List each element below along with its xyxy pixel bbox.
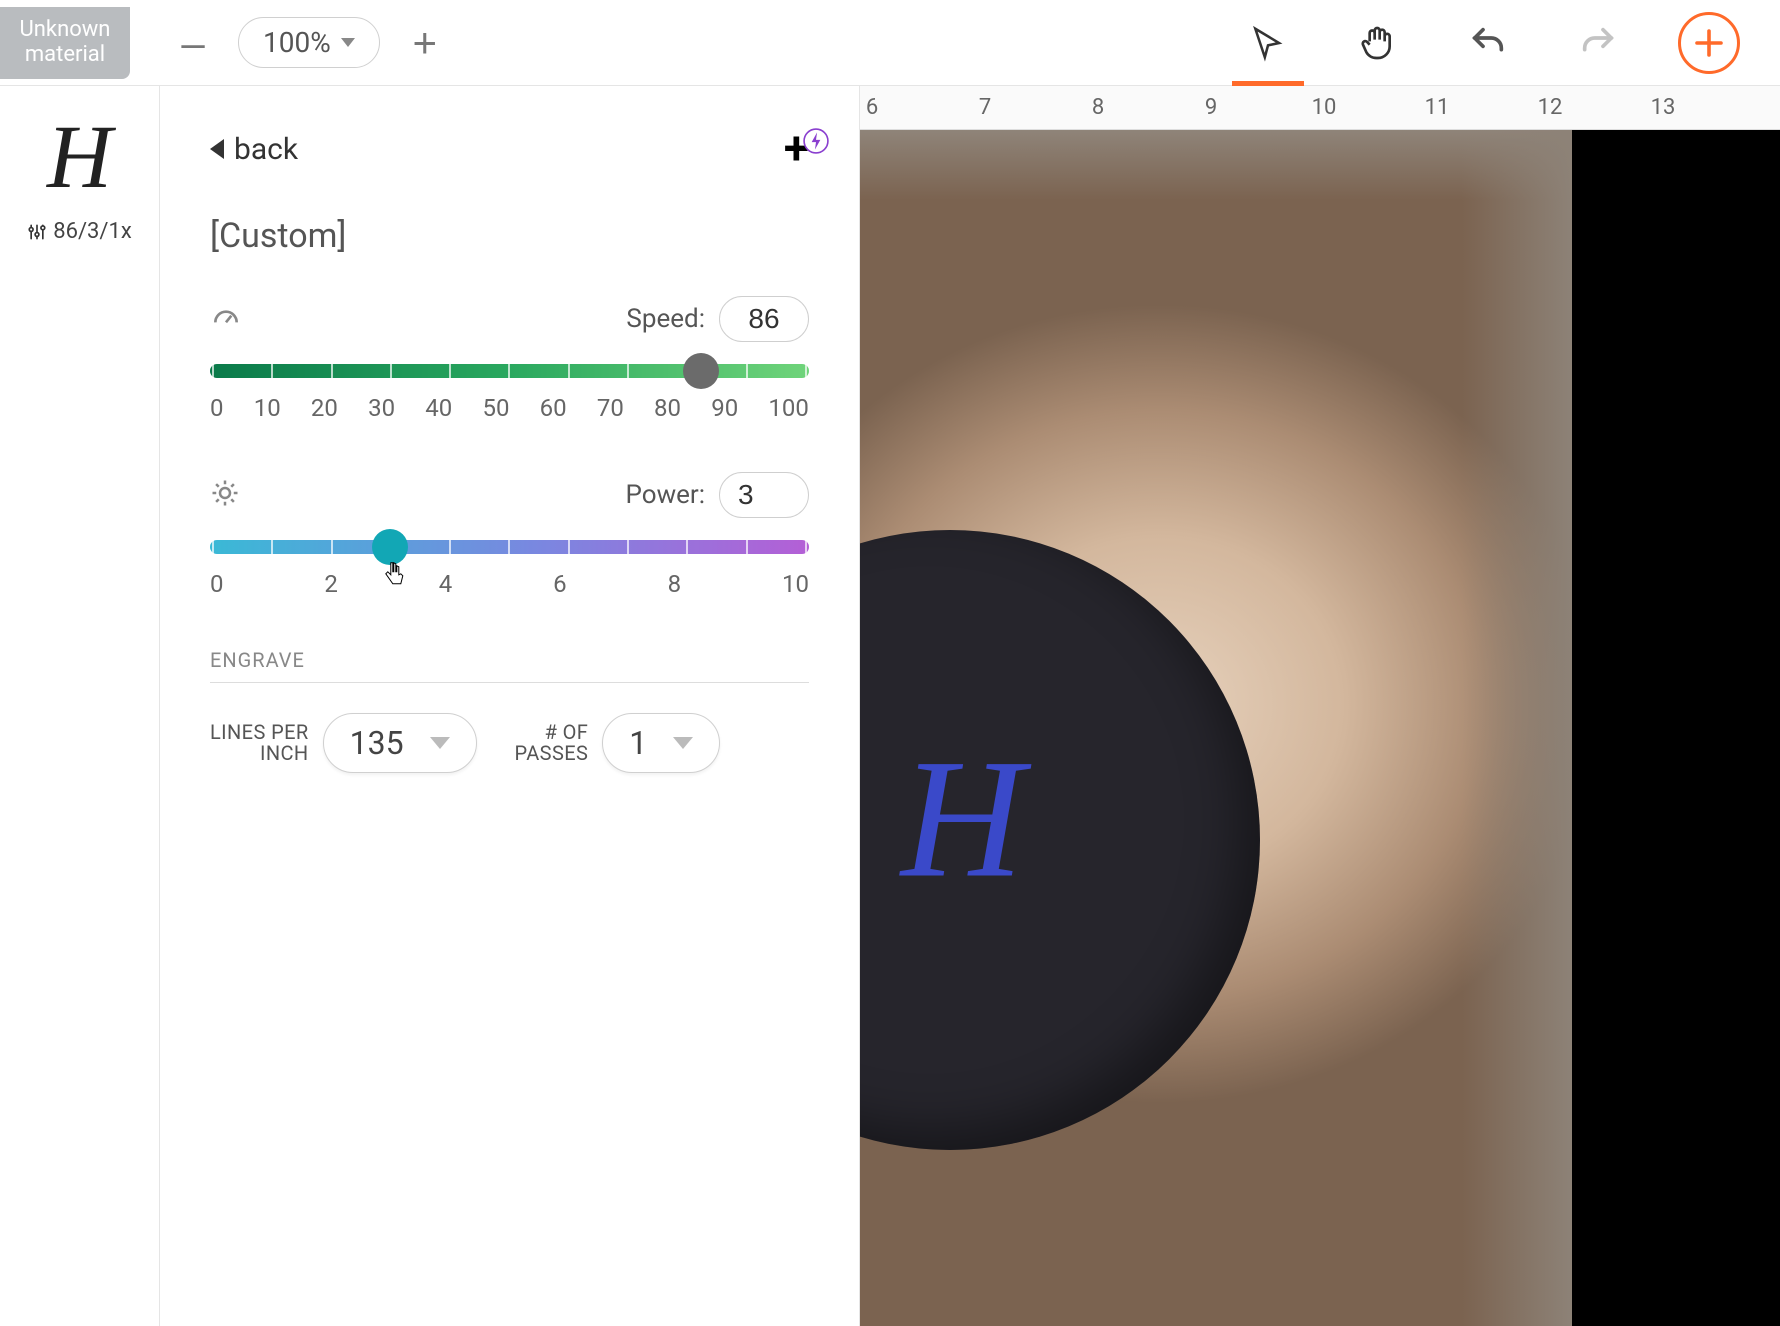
- power-block: Power: 0246810: [210, 472, 809, 598]
- zoom-in-button[interactable]: +: [402, 19, 448, 67]
- chevron-left-icon: [210, 139, 224, 159]
- zoom-out-button[interactable]: –: [170, 19, 216, 67]
- power-tick-labels: 0246810: [210, 570, 809, 598]
- chevron-down-icon: [673, 737, 693, 749]
- sliders-icon: [27, 222, 47, 242]
- layer-thumbnail[interactable]: H: [47, 106, 112, 209]
- zoom-level-select[interactable]: 100%: [238, 17, 380, 68]
- passes-group: # OF PASSES 1: [515, 713, 721, 773]
- back-label: back: [234, 132, 298, 167]
- bolt-icon: [803, 112, 829, 138]
- power-slider[interactable]: [210, 540, 809, 554]
- pan-tool[interactable]: [1348, 8, 1408, 78]
- camera-preview[interactable]: H: [860, 130, 1572, 1326]
- add-button[interactable]: [1678, 12, 1740, 74]
- design-letter[interactable]: H: [901, 721, 1024, 916]
- layer-sidebar: H 86/3/1x: [0, 86, 160, 1326]
- layer-settings-summary[interactable]: 86/3/1x: [27, 219, 132, 244]
- layer-meta-text: 86/3/1x: [53, 219, 132, 244]
- engrave-options: LINES PER INCH 135 # OF PASSES 1: [210, 713, 809, 773]
- cursor-icon: [382, 561, 406, 589]
- back-button[interactable]: back: [210, 132, 298, 167]
- passes-value: 1: [629, 724, 647, 762]
- passes-label: # OF PASSES: [515, 722, 589, 764]
- preset-name: [Custom]: [210, 216, 809, 256]
- speed-block: Speed: 0102030405060708090100: [210, 296, 809, 422]
- speed-thumb[interactable]: [683, 353, 719, 389]
- chevron-down-icon: [430, 737, 450, 749]
- select-tool[interactable]: [1238, 8, 1298, 78]
- material-selector[interactable]: Unknown material: [0, 7, 130, 79]
- speed-tick-labels: 0102030405060708090100: [210, 394, 809, 422]
- lpi-select[interactable]: 135: [323, 713, 477, 773]
- add-preset-button[interactable]: +: [784, 122, 809, 176]
- top-toolbar: Unknown material – 100% +: [0, 0, 1780, 86]
- lpi-value: 135: [350, 724, 404, 762]
- zoom-controls: – 100% +: [170, 17, 448, 68]
- divider: [210, 682, 809, 683]
- power-ticks: [210, 540, 809, 554]
- gauge-icon: [210, 301, 242, 337]
- power-thumb[interactable]: [372, 529, 408, 565]
- horizontal-ruler: 678910111213: [860, 86, 1780, 130]
- speed-input[interactable]: [719, 296, 809, 342]
- chevron-down-icon: [341, 38, 355, 47]
- sun-icon: [210, 478, 240, 512]
- redo-button[interactable]: [1568, 8, 1628, 78]
- speed-slider[interactable]: [210, 364, 809, 378]
- tool-group: [1238, 8, 1780, 78]
- engrave-section-label: ENGRAVE: [210, 648, 809, 672]
- speed-label: Speed:: [626, 304, 705, 334]
- passes-select[interactable]: 1: [602, 713, 720, 773]
- undo-button[interactable]: [1458, 8, 1518, 78]
- power-label: Power:: [626, 480, 706, 510]
- zoom-value: 100%: [263, 26, 331, 59]
- lpi-label: LINES PER INCH: [210, 722, 309, 764]
- power-input[interactable]: [719, 472, 809, 518]
- bed-edge-right: [1462, 130, 1572, 1326]
- canvas-area: 678910111213 H: [860, 86, 1780, 1326]
- workpiece-coaster: H: [860, 530, 1260, 1150]
- lpi-group: LINES PER INCH 135: [210, 713, 477, 773]
- settings-panel: back + [Custom] Speed: 010203040506: [160, 86, 860, 1326]
